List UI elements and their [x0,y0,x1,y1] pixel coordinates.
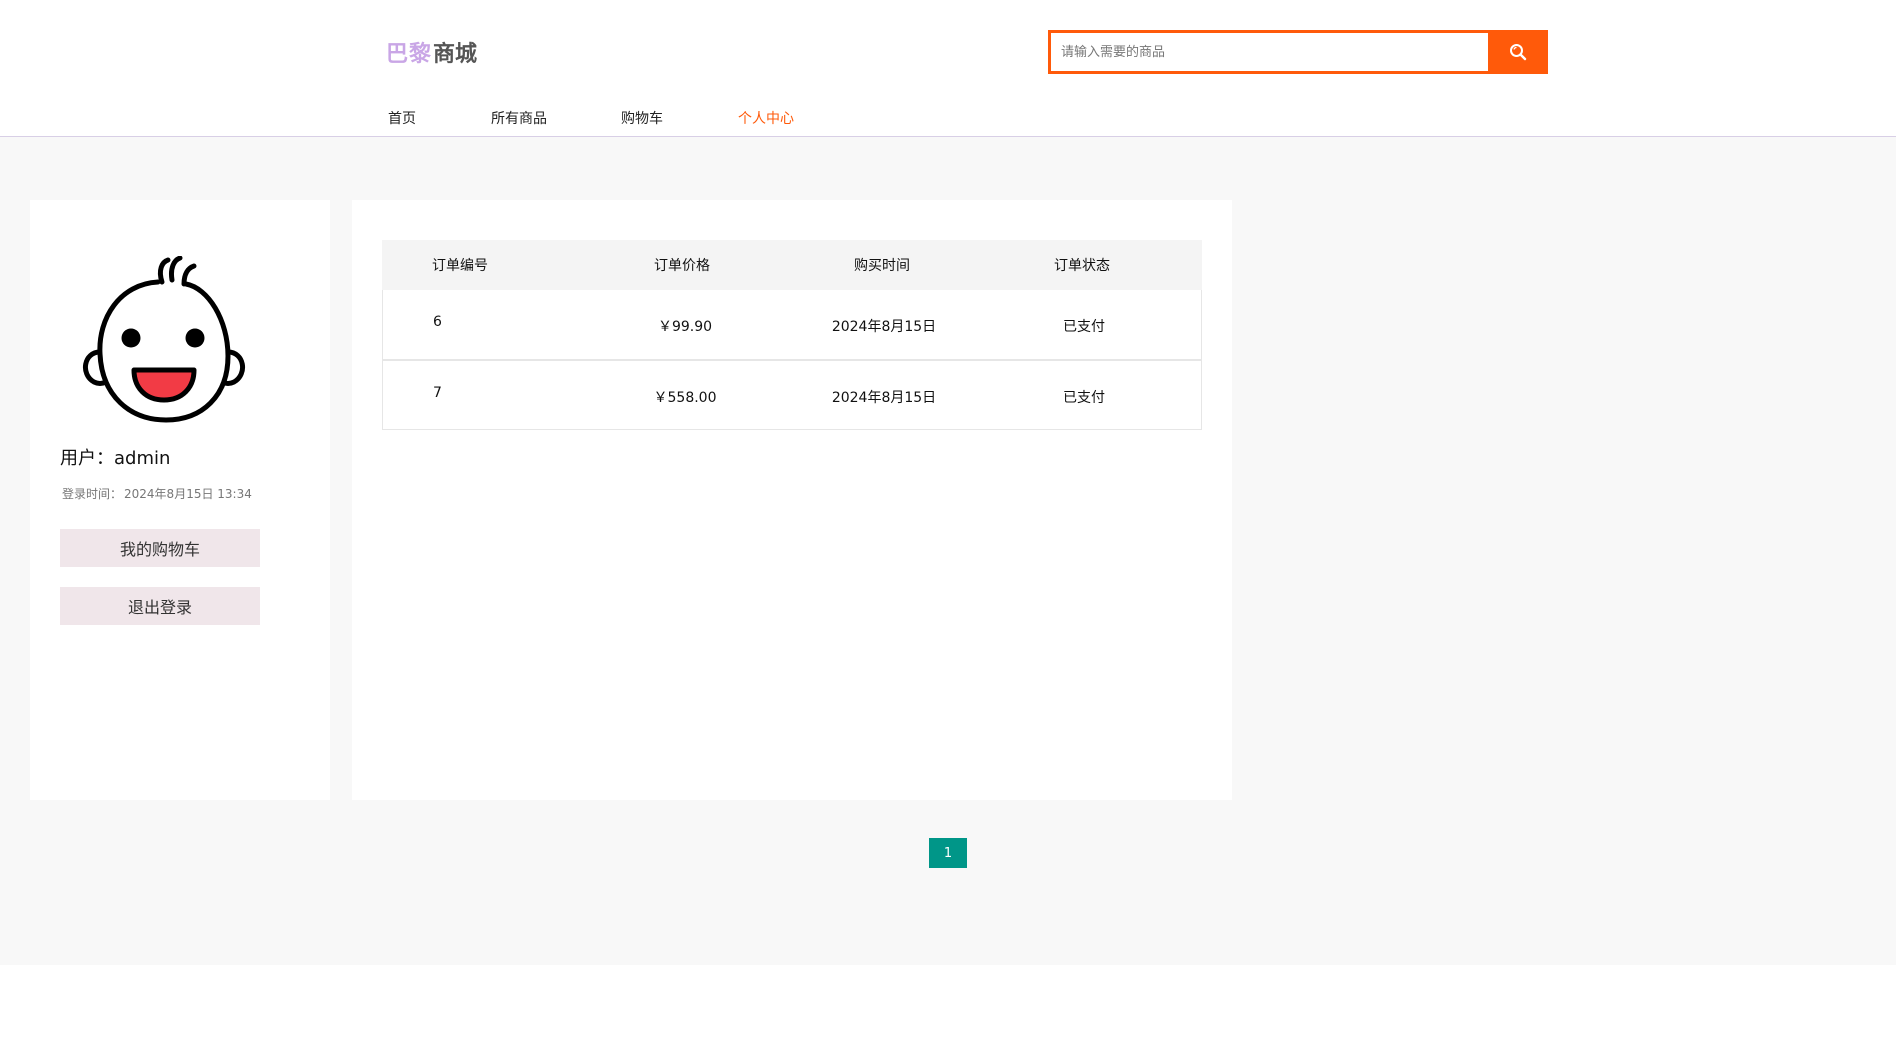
column-header-time: 购买时间 [854,258,910,274]
search-bar [1048,30,1548,74]
order-status: 已支付 [1063,319,1105,335]
search-button[interactable] [1488,30,1548,74]
order-time: 2024年8月15日 [831,390,937,406]
column-header-order-id: 订单编号 [432,258,488,274]
order-time: 2024年8月15日 [831,319,937,335]
orders-panel: 订单编号 订单价格 购买时间 订单状态 6 ￥99.90 2024年8月15日 … [352,200,1232,800]
table-row: 6 ￥99.90 2024年8月15日 已支付 [382,290,1202,360]
order-status: 已支付 [1063,390,1105,406]
site-logo[interactable]: 巴黎 商城 [386,36,477,68]
order-price: ￥558.00 [653,390,717,406]
login-time: 2024年8月15日 13:34 [124,487,252,501]
user-label: 用户： [60,448,114,469]
nav-all-products[interactable]: 所有商品 [491,108,547,128]
login-time-line: 登录时间： 2024年8月15日 13:34 [60,485,252,502]
logo-text: 商城 [433,42,478,67]
baby-face-avatar-icon [83,256,245,423]
logo-mark: 巴黎 [386,42,433,67]
orders-table: 订单编号 订单价格 购买时间 订单状态 6 ￥99.90 2024年8月15日 … [382,240,1202,430]
nav-profile[interactable]: 个人中心 [738,108,794,128]
nav-cart[interactable]: 购物车 [621,108,663,128]
page-button-current[interactable]: 1 [929,838,967,868]
nav-home[interactable]: 首页 [388,108,416,128]
login-time-label: 登录时间： [62,487,123,501]
order-id: 6 [433,314,442,330]
table-header: 订单编号 订单价格 购买时间 订单状态 [382,240,1202,290]
column-header-status: 订单状态 [1054,258,1110,274]
username-line: 用户：admin [60,444,170,470]
search-input[interactable] [1048,30,1488,74]
order-price: ￥99.90 [657,319,713,335]
profile-card: 用户：admin 登录时间： 2024年8月15日 13:34 我的购物车 退出登… [30,200,330,800]
table-row: 7 ￥558.00 2024年8月15日 已支付 [382,360,1202,430]
username: admin [114,448,171,469]
my-cart-button[interactable]: 我的购物车 [60,529,260,567]
order-id: 7 [433,385,442,401]
site-header: 巴黎 商城 首页 所有商品 购物车 个人中心 [0,0,1896,137]
search-icon [1510,44,1527,61]
column-header-price: 订单价格 [654,258,710,274]
logout-button[interactable]: 退出登录 [60,587,260,625]
